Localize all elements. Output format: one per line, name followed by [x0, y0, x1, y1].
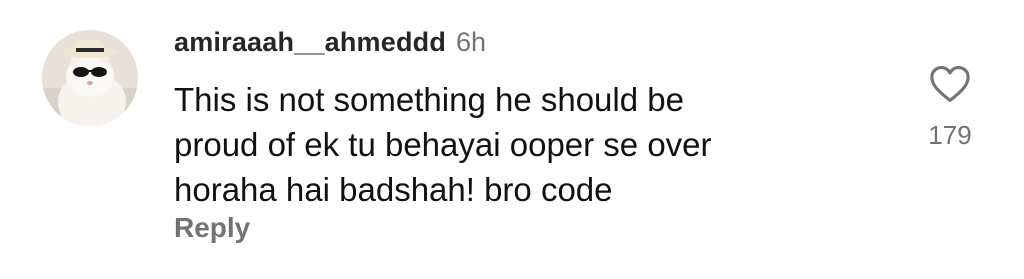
- comment-header: amiraaah__ahmeddd 6h: [174, 27, 486, 63]
- avatar[interactable]: [42, 30, 138, 126]
- like-button[interactable]: [926, 62, 974, 106]
- comment-item: amiraaah__ahmeddd 6h This is not somethi…: [0, 0, 1024, 279]
- username[interactable]: amiraaah__ahmeddd: [174, 27, 446, 58]
- heart-outline-icon: [930, 66, 970, 102]
- like-count: 179: [928, 120, 972, 150]
- cat-avatar-image: [42, 30, 138, 126]
- timestamp: 6h: [456, 27, 487, 57]
- like-section: 179: [918, 62, 982, 151]
- comment-text: This is not something he should be proud…: [174, 81, 712, 208]
- reply-button[interactable]: Reply: [174, 212, 250, 244]
